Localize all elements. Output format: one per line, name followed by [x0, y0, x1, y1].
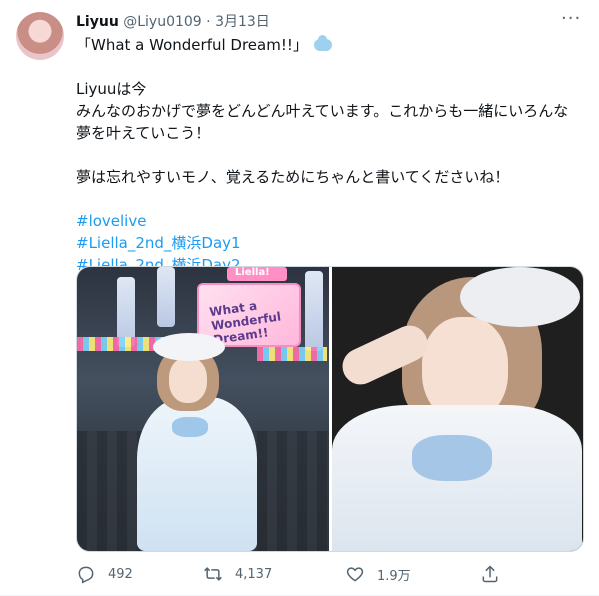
- media-grid: Liella! What a Wonderful Dream!!: [76, 266, 584, 552]
- paragraph1-line1: Liyuuは今: [76, 80, 147, 98]
- tweet-title-line: 「What a Wonderful Dream!!」: [76, 34, 586, 56]
- tweet-header: Liyuu @Liyu0109 · 3月13日: [76, 12, 583, 32]
- author-name[interactable]: Liyuu: [76, 14, 119, 30]
- tweet-text: 「What a Wonderful Dream!!」 Liyuuは今 みんなのお…: [76, 34, 586, 276]
- retweet-icon: [204, 567, 222, 581]
- share-icon: [482, 565, 498, 583]
- paragraph2-line1: 夢は忘れやすいモノ、覚えるためにちゃんと書いてくださいね！: [76, 168, 510, 186]
- photo-portrait[interactable]: [331, 267, 583, 551]
- hashtag-link[interactable]: #lovelive: [76, 210, 586, 232]
- author-handle[interactable]: @Liyu0109: [123, 14, 201, 30]
- reply-icon: [78, 566, 94, 584]
- hashtag-link[interactable]: #Liella_2nd_横浜Day1: [76, 232, 586, 254]
- like-count: 1.9万: [377, 568, 411, 584]
- share-button[interactable]: [480, 560, 512, 588]
- tweet-actions: 492 4,137 1.9万: [76, 560, 506, 588]
- heart-icon: [346, 567, 364, 582]
- stage-logo: Liella!: [227, 267, 287, 281]
- like-button[interactable]: 1.9万: [345, 560, 411, 588]
- paragraph1-line3: 夢を叶えていこう！: [76, 124, 211, 142]
- retweet-button[interactable]: 4,137: [203, 560, 272, 588]
- cloud-emoji-icon: [313, 35, 332, 51]
- tweet-card[interactable]: Liyuu @Liyu0109 · 3月13日 ··· 「What a Wond…: [0, 0, 599, 596]
- reply-count: 492: [108, 566, 133, 582]
- more-dots-icon[interactable]: ···: [561, 10, 581, 32]
- tweet-date[interactable]: 3月13日: [215, 14, 270, 30]
- photo-stage[interactable]: Liella! What a Wonderful Dream!!: [77, 267, 329, 551]
- reply-button[interactable]: 492: [76, 560, 133, 588]
- paragraph1-line2: みんなのおかげで夢をどんどん叶えています。これからも一緒にいろんな: [76, 102, 569, 120]
- retweet-count: 4,137: [235, 566, 273, 582]
- tweet-title: 「What a Wonderful Dream!!」: [76, 36, 308, 54]
- avatar[interactable]: [16, 12, 64, 60]
- header-separator: ·: [206, 14, 211, 30]
